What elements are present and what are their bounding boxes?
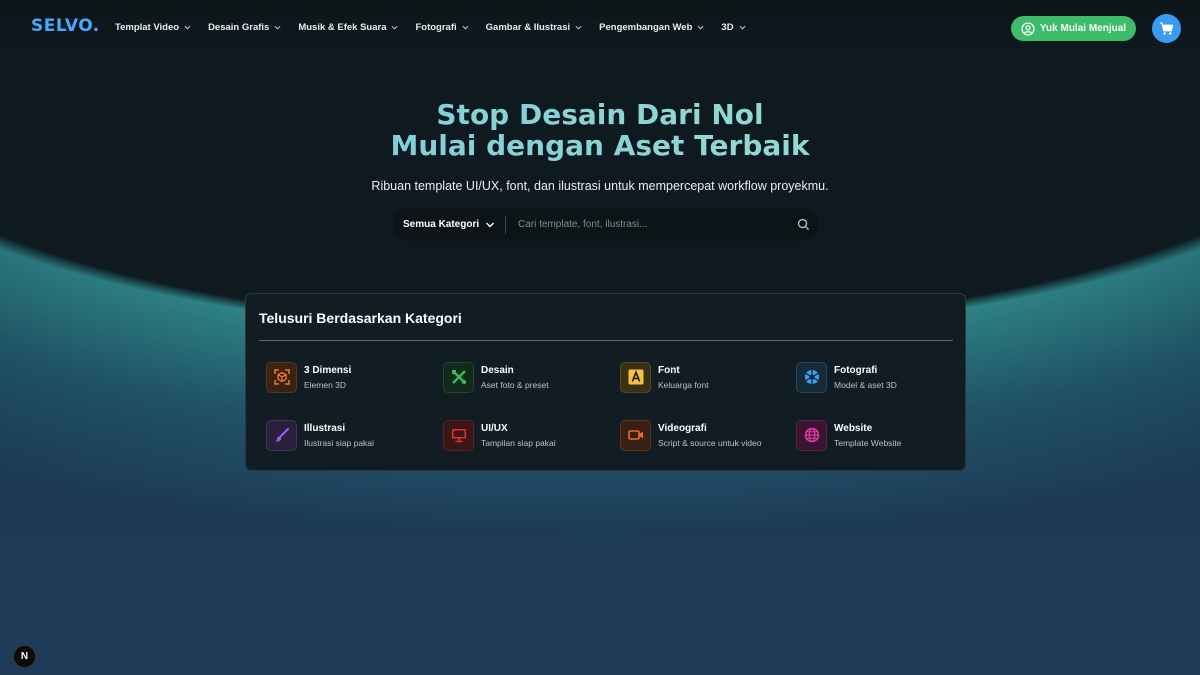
nav-item-label: Fotografi — [415, 22, 457, 33]
chevron-down-icon — [739, 25, 746, 30]
category-item-illustrasi[interactable]: Illustrasi Ilustrasi siap pakai — [266, 419, 436, 451]
category-item-3-dimensi[interactable]: 3 Dimensi Elemen 3D — [266, 361, 436, 393]
category-item-ui-ux[interactable]: UI/UX Tampilan siap pakai — [443, 419, 613, 451]
nav-item-desain-grafis[interactable]: Desain Grafis — [208, 22, 281, 33]
chevron-down-icon — [575, 25, 582, 30]
category-name: Videografi — [658, 422, 707, 434]
category-desc: Aset foto & preset — [481, 379, 549, 390]
chevron-down-icon — [392, 25, 398, 30]
nav-item-gambar-ilustrasi[interactable]: Gambar & Ilustrasi — [486, 22, 582, 33]
chevron-down-icon — [184, 25, 191, 30]
dev-tools-badge-label: N — [20, 651, 29, 662]
category-panel: Telusuri Berdasarkan Kategori 3 Dimensi … — [245, 293, 966, 471]
video-camera-icon — [620, 419, 651, 451]
chevron-down-icon — [486, 222, 495, 227]
category-name: Fotografi — [834, 364, 878, 376]
brand-logo[interactable]: SELVO. — [31, 16, 100, 36]
divider — [259, 340, 953, 341]
hero-title-line-1: Stop Desain Dari Nol — [0, 99, 1200, 130]
cube-icon — [266, 361, 297, 393]
category-name: 3 Dimensi — [304, 364, 352, 376]
category-name: Desain — [481, 364, 514, 376]
dev-tools-badge[interactable]: N — [13, 645, 36, 668]
nav-item-label: Templat Video — [115, 22, 180, 33]
category-item-website[interactable]: Website Template Website — [796, 419, 966, 451]
category-name: UI/UX — [481, 422, 508, 434]
category-desc: Script & source untuk video — [658, 437, 762, 448]
globe-icon — [796, 419, 827, 451]
category-desc: Elemen 3D — [304, 379, 347, 390]
category-desc: Model & aset 3D — [834, 379, 897, 390]
nav-item-label: Desain Grafis — [208, 22, 270, 33]
category-name: Illustrasi — [304, 422, 346, 434]
category-desc: Tampilan siap pakai — [481, 437, 556, 448]
start-selling-label: Yuk Mulai Menjual — [1039, 23, 1127, 34]
nav-item-label: Pengembangan Web — [599, 22, 693, 33]
nav-item-label: Musik & Efek Suara — [298, 22, 387, 33]
font-icon — [620, 361, 651, 393]
nav-item-templat-video[interactable]: Templat Video — [115, 22, 191, 33]
nav-item-3d[interactable]: 3D — [721, 22, 746, 33]
camera-aperture-icon — [796, 361, 827, 393]
category-select-label: Semua Kategori — [403, 219, 480, 230]
nav-item-pengembangan-web[interactable]: Pengembangan Web — [599, 22, 704, 33]
category-name: Font — [658, 364, 680, 376]
nav-item-musik-efek-suara[interactable]: Musik & Efek Suara — [298, 22, 398, 33]
category-item-fotografi[interactable]: Fotografi Model & aset 3D — [796, 361, 966, 393]
cart-icon — [1159, 22, 1174, 35]
start-selling-button[interactable]: Yuk Mulai Menjual — [1011, 16, 1136, 41]
brush-icon — [266, 419, 297, 451]
chevron-down-icon — [697, 25, 704, 30]
category-desc: Ilustrasi siap pakai — [304, 437, 374, 448]
top-navbar: SELVO. Templat Video Desain Grafis Musik… — [0, 0, 1200, 58]
chevron-down-icon — [462, 25, 469, 30]
monitor-icon — [443, 419, 474, 451]
search-bar: Semua Kategori — [393, 208, 818, 241]
main-nav: Templat Video Desain Grafis Musik & Efek… — [115, 22, 763, 33]
category-item-font[interactable]: Font Keluarga font — [620, 361, 790, 393]
nav-item-label: 3D — [721, 22, 734, 33]
design-tools-icon — [443, 361, 474, 393]
nav-item-label: Gambar & Ilustrasi — [485, 22, 571, 33]
search-input[interactable] — [506, 208, 788, 241]
category-item-videografi[interactable]: Videografi Script & source untuk video — [620, 419, 790, 451]
hero-subtitle: Ribuan template UI/UX, font, dan ilustra… — [371, 179, 829, 193]
chevron-down-icon — [274, 25, 281, 30]
category-select[interactable]: Semua Kategori — [393, 208, 505, 241]
category-name: Website — [834, 422, 873, 434]
hero-title-line-2: Mulai dengan Aset Terbaik — [0, 130, 1200, 161]
category-item-desain[interactable]: Desain Aset foto & preset — [443, 361, 613, 393]
category-desc: Template Website — [834, 437, 902, 448]
cart-button[interactable] — [1152, 14, 1181, 43]
category-panel-title: Telusuri Berdasarkan Kategori — [259, 310, 462, 326]
search-button[interactable] — [788, 218, 818, 231]
category-desc: Keluarga font — [658, 379, 709, 390]
user-circle-icon — [1021, 21, 1035, 36]
search-icon — [797, 218, 809, 231]
nav-item-fotografi[interactable]: Fotografi — [415, 22, 469, 33]
